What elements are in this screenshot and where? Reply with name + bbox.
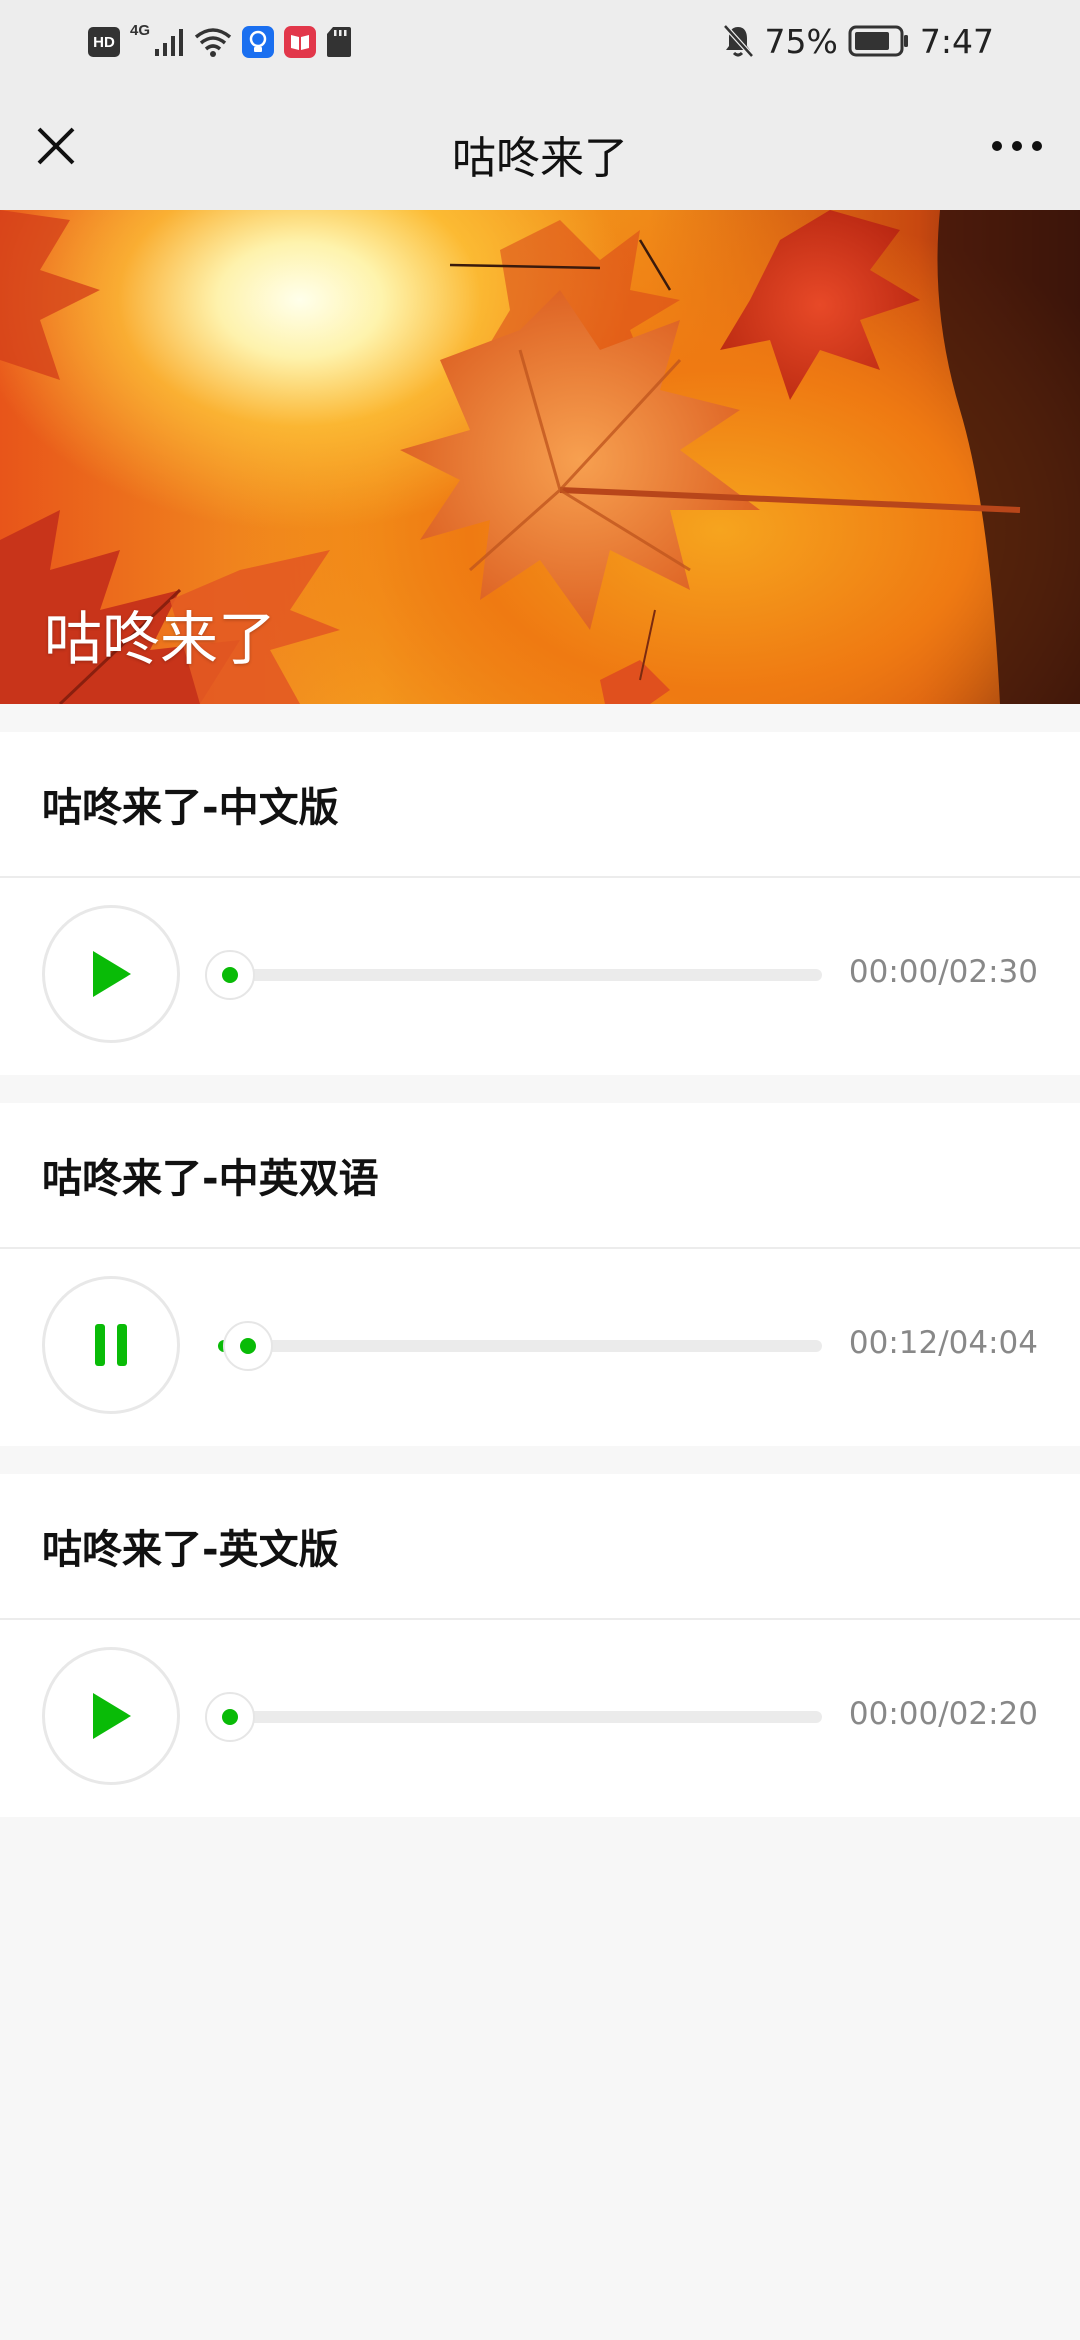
audio-track-card: 咕咚来了-中英双语 00:12/04:04 xyxy=(0,1103,1080,1446)
progress-knob[interactable] xyxy=(205,1692,255,1742)
more-icon xyxy=(992,141,1042,151)
page-title: 咕咚来了 xyxy=(452,133,628,184)
track-title-row: 咕咚来了-中文版 xyxy=(0,732,1080,878)
status-bar: HD 4G 75% 7:47 xyxy=(0,0,1080,82)
play-button[interactable] xyxy=(42,905,180,1043)
progress-slider[interactable] xyxy=(205,950,822,1000)
track-title: 咕咚来了-中文版 xyxy=(42,785,339,831)
track-title: 咕咚来了-中英双语 xyxy=(42,1156,379,1202)
mute-bell-icon xyxy=(722,24,754,58)
battery-icon xyxy=(848,25,908,57)
book-app-icon xyxy=(284,26,317,58)
clock: 7:47 xyxy=(919,21,994,61)
track-title: 咕咚来了-英文版 xyxy=(42,1527,339,1573)
audio-player: 00:00/02:30 xyxy=(0,878,1080,1073)
battery-percent: 75% xyxy=(764,21,838,61)
more-button[interactable] xyxy=(982,118,1052,174)
track-title-row: 咕咚来了-中英双语 xyxy=(0,1103,1080,1249)
play-icon xyxy=(93,951,131,997)
audio-track-card: 咕咚来了-英文版 00:00/02:20 xyxy=(0,1474,1080,1817)
progress-slider[interactable] xyxy=(218,1321,822,1371)
hd-icon: HD xyxy=(88,27,120,57)
cover-banner: 咕咚来了 xyxy=(0,210,1080,704)
play-button[interactable] xyxy=(42,1647,180,1785)
play-icon xyxy=(93,1693,131,1739)
sd-card-icon xyxy=(327,27,352,57)
wifi-icon xyxy=(194,28,232,57)
bulb-app-icon xyxy=(242,26,275,58)
network-type-label: 4G xyxy=(130,22,151,39)
nav-bar: 咕咚来了 xyxy=(0,82,1080,210)
banner-caption: 咕咚来了 xyxy=(44,605,277,673)
audio-player: 00:00/02:20 xyxy=(0,1620,1080,1815)
status-icons-right: 75% 7:47 xyxy=(721,18,994,64)
pause-button[interactable] xyxy=(42,1276,180,1414)
time-label: 00:12/04:04 xyxy=(848,1325,1038,1361)
pause-icon xyxy=(95,1324,127,1366)
progress-slider[interactable] xyxy=(205,1692,822,1742)
status-icons-left: HD 4G xyxy=(88,22,352,62)
signal-icon xyxy=(155,29,184,56)
time-label: 00:00/02:30 xyxy=(848,954,1038,990)
audio-track-card: 咕咚来了-中文版 00:00/02:30 xyxy=(0,732,1080,1075)
progress-knob[interactable] xyxy=(223,1321,274,1371)
time-label: 00:00/02:20 xyxy=(848,1696,1038,1732)
track-title-row: 咕咚来了-英文版 xyxy=(0,1474,1080,1620)
progress-knob[interactable] xyxy=(205,950,255,1000)
audio-player: 00:12/04:04 xyxy=(0,1249,1080,1444)
